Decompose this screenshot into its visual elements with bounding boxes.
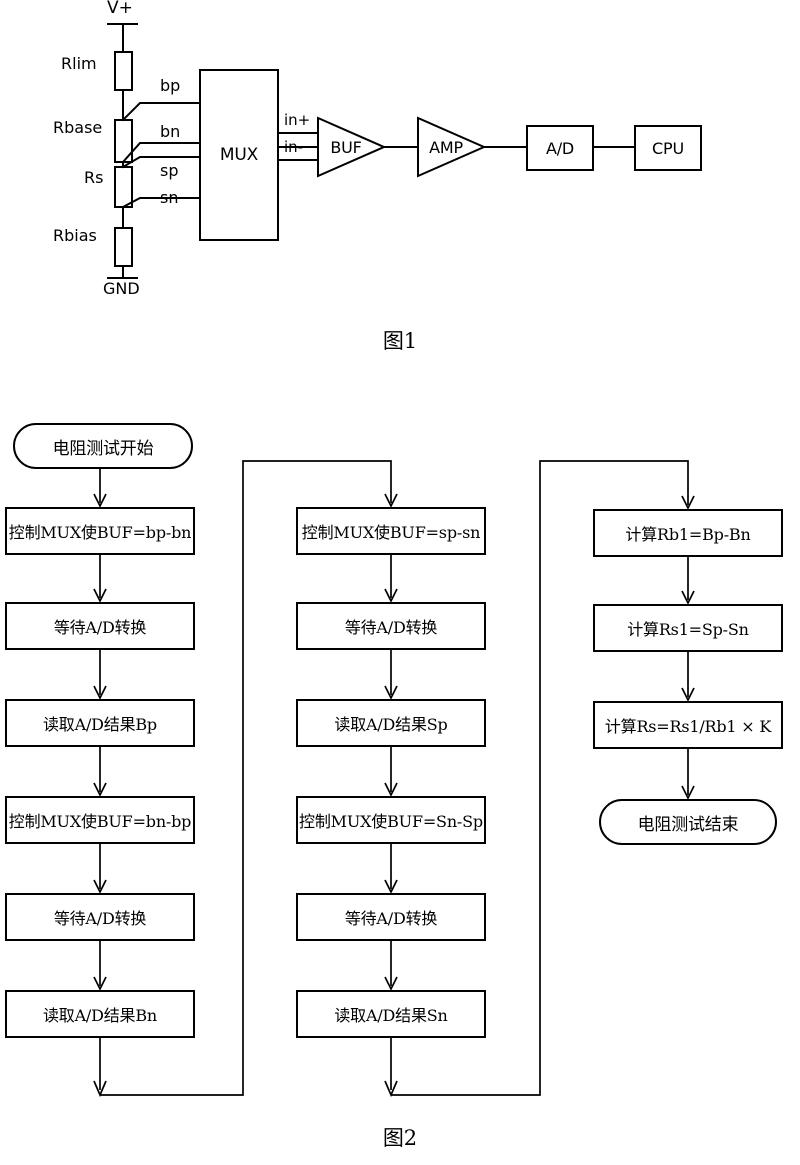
flow-label-c2-1: 控制MUX使BUF=sp-sn <box>301 523 481 542</box>
figure2-caption: 图2 <box>382 1126 418 1150</box>
flow-label-c2-5: 等待A/D转换 <box>344 909 438 928</box>
flow-label-c1-2: 等待A/D转换 <box>53 618 147 637</box>
label-tap-sp: sp <box>160 161 179 180</box>
flow-label-c1-5: 等待A/D转换 <box>53 909 147 928</box>
flow-label-c2-6: 读取A/D结果Sn <box>334 1006 448 1025</box>
flow-label-c3-2: 计算Rs1=Sp-Sn <box>627 620 749 639</box>
label-resistor-rbase: Rbase <box>53 118 103 137</box>
flow-label-c2-2: 等待A/D转换 <box>344 618 438 637</box>
label-vplus: V+ <box>107 0 133 18</box>
label-cpu-block: CPU <box>652 138 684 158</box>
flow-label-c2-4: 控制MUX使BUF=Sn-Sp <box>299 812 483 831</box>
label-amp-block: AMP <box>429 137 463 157</box>
flow-start-label: 电阻测试开始 <box>52 438 154 459</box>
flow-label-c1-6: 读取A/D结果Bn <box>42 1006 158 1025</box>
flow-label-c1-3: 读取A/D结果Bp <box>43 715 157 734</box>
flow-end-label: 电阻测试结束 <box>637 814 739 835</box>
flow-label-c3-3: 计算Rs=Rs1/Rb1 × K <box>604 717 772 736</box>
tap-wire-bp <box>121 102 201 122</box>
label-adc-block: A/D <box>545 138 575 158</box>
label-tap-bn: bn <box>160 122 181 141</box>
flow-label-c1-4: 控制MUX使BUF=bn-bp <box>8 812 192 831</box>
label-mux: MUX <box>219 145 259 165</box>
label-gnd: GND <box>103 279 140 298</box>
label-tap-bp: bp <box>160 76 181 95</box>
label-resistor-rs: Rs <box>84 168 104 187</box>
figure1-caption: 图1 <box>382 329 418 353</box>
label-tap-sn: sn <box>160 188 179 207</box>
resistor-rlim-body <box>114 51 133 91</box>
label-buf-input-positive: in+ <box>284 111 311 129</box>
flow-label-c1-1: 控制MUX使BUF=bp-bn <box>8 523 192 542</box>
label-resistor-rlim: Rlim <box>61 54 97 73</box>
resistor-rs-body <box>114 166 133 208</box>
resistor-rbias-body <box>114 227 133 267</box>
label-buf-block: BUF <box>330 137 362 157</box>
label-resistor-rbias: Rbias <box>53 226 97 245</box>
patent-drawing-sheet: V+ GND Rlim Rbase Rs Rbias bp bn sp sn M… <box>0 0 800 1165</box>
flow-label-c3-1: 计算Rb1=Bp-Bn <box>625 525 751 544</box>
flow-label-c2-3: 读取A/D结果Sp <box>334 715 448 734</box>
label-buf-input-negative: in- <box>284 138 304 156</box>
